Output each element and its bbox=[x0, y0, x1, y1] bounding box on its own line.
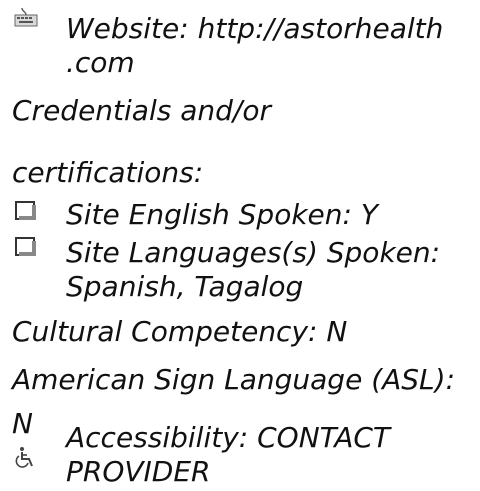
website-text-continued: .com bbox=[66, 46, 135, 79]
checkbox-icon bbox=[14, 200, 38, 222]
wheelchair-icon bbox=[14, 446, 38, 468]
asl-label: American Sign Language (ASL): bbox=[12, 363, 456, 396]
accessibility-text: Accessibility: CONTACT bbox=[66, 421, 390, 454]
site-languages-values: Spanish, Tagalog bbox=[66, 270, 304, 303]
website-text: Website: http://astorhealth bbox=[66, 12, 444, 45]
cultural-competency: Cultural Competency: N bbox=[12, 315, 348, 348]
site-languages-spoken: Site Languages(s) Spoken: bbox=[66, 236, 441, 269]
asl-value: N bbox=[12, 407, 33, 440]
checkbox-icon bbox=[14, 236, 38, 258]
certifications-label: certifications: bbox=[12, 156, 204, 189]
credentials-label: Credentials and/or bbox=[12, 94, 271, 127]
site-english-spoken: Site English Spoken: Y bbox=[66, 198, 378, 231]
accessibility-value: PROVIDER bbox=[66, 455, 211, 488]
keyboard-icon bbox=[14, 6, 38, 28]
